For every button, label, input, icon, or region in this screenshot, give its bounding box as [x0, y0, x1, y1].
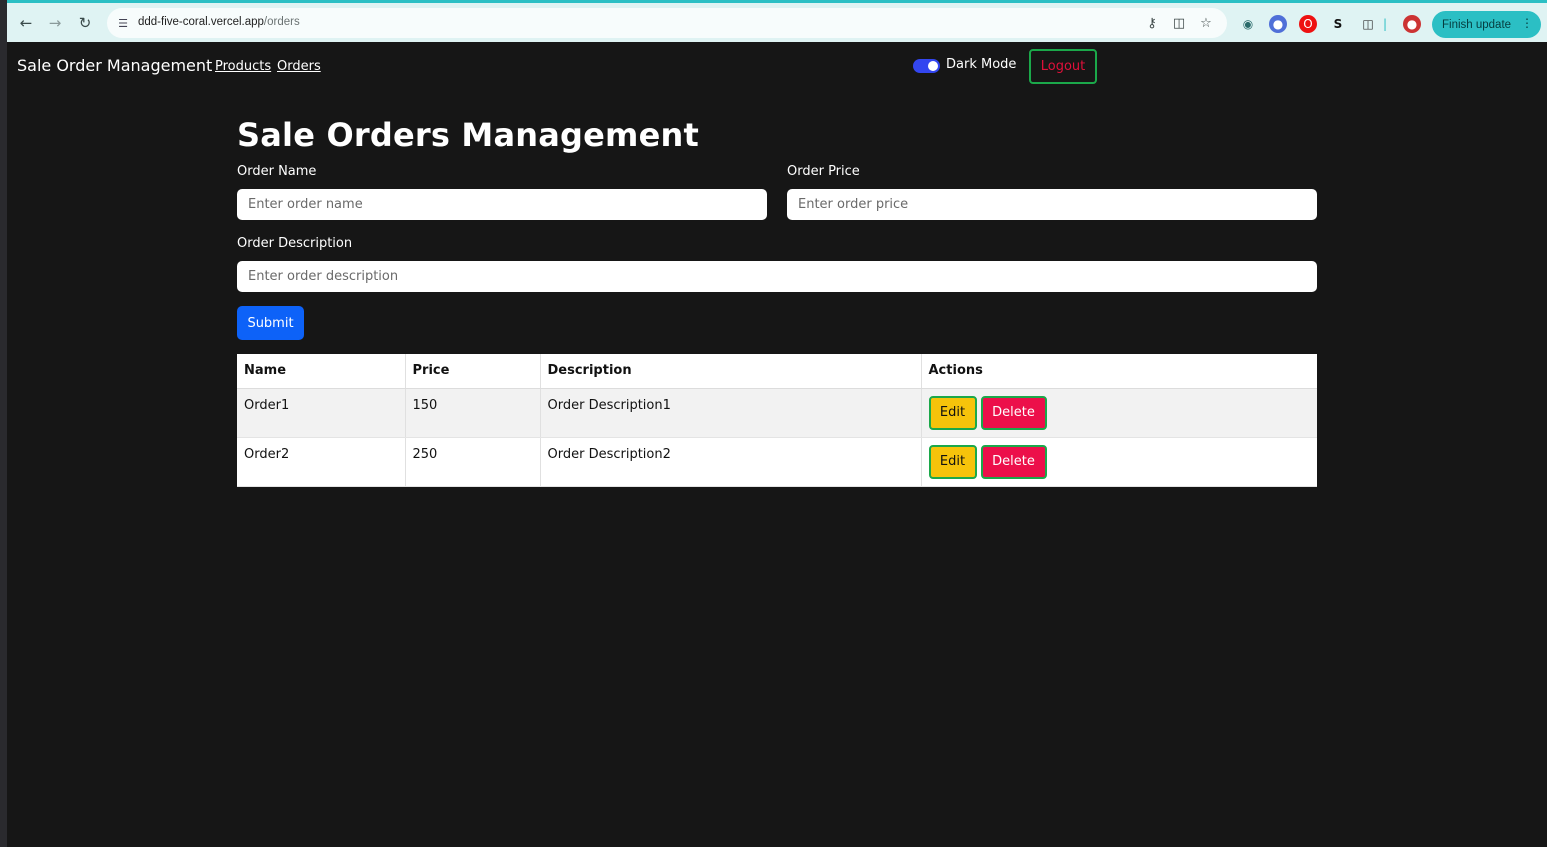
cell-price: 250 [405, 437, 541, 487]
cell-actions: Edit Delete [921, 437, 1317, 487]
address-bar[interactable]: ☰ ddd-five-coral.vercel.app/orders ⚷ ◫ ☆ [107, 8, 1227, 38]
table-header-row: Name Price Description Actions [237, 354, 1317, 389]
main-content: Sale Orders Management Order Name Enter … [237, 110, 1317, 487]
profile-avatar[interactable]: ● [1403, 15, 1421, 33]
url-host: ddd-five-coral.vercel.app [138, 16, 264, 28]
screen: ← → ↻ ☰ ddd-five-coral.vercel.app/orders… [0, 0, 1547, 847]
orders-table: Name Price Description Actions Order1 15… [237, 354, 1317, 487]
cell-price: 150 [405, 388, 541, 438]
cell-actions: Edit Delete [921, 388, 1317, 438]
browser-toolbar: ← → ↻ ☰ ddd-five-coral.vercel.app/orders… [7, 0, 1547, 42]
grammar-extension-icon[interactable]: ◉ [1239, 15, 1257, 33]
edit-button[interactable]: Edit [928, 395, 977, 430]
vpn-extension-icon[interactable]: ● [1269, 15, 1287, 33]
order-price-label: Order Price [787, 164, 860, 179]
table-row: Order2 250 Order Description2 Edit Delete [237, 437, 1317, 487]
forward-arrow-icon[interactable]: → [44, 12, 66, 34]
more-menu-icon[interactable]: ⋮ [1521, 16, 1533, 30]
cell-name: Order1 [237, 388, 406, 438]
install-app-icon[interactable]: ◫ [1170, 15, 1188, 31]
dark-mode-toggle[interactable] [913, 59, 940, 73]
order-name-label: Order Name [237, 164, 317, 179]
toolbar-divider: | [1382, 17, 1388, 31]
reload-icon[interactable]: ↻ [74, 12, 96, 34]
nav-link-products[interactable]: Products [215, 59, 271, 74]
column-header-actions: Actions [921, 354, 1317, 389]
extensions-puzzle-icon[interactable]: ◫ [1359, 15, 1377, 33]
finish-update-label: Finish update [1442, 18, 1512, 31]
app-navbar: Sale Order Management Products Orders Da… [7, 42, 1547, 92]
cell-description: Order Description2 [540, 437, 922, 487]
column-header-price: Price [405, 354, 541, 389]
order-name-input[interactable]: Enter order name [237, 189, 767, 220]
column-header-description: Description [540, 354, 922, 389]
delete-button[interactable]: Delete [980, 444, 1047, 479]
logout-button[interactable]: Logout [1029, 49, 1097, 84]
order-price-input[interactable]: Enter order price [787, 189, 1317, 220]
delete-button[interactable]: Delete [980, 395, 1047, 430]
s-extension-icon[interactable]: S [1329, 15, 1347, 33]
table-row: Order1 150 Order Description1 Edit Delete [237, 388, 1317, 438]
brand-title[interactable]: Sale Order Management [17, 56, 212, 75]
back-arrow-icon[interactable]: ← [15, 12, 37, 34]
site-settings-icon[interactable]: ☰ [115, 15, 131, 31]
order-description-label: Order Description [237, 236, 353, 251]
cell-name: Order2 [237, 437, 406, 487]
toggle-knob [928, 61, 938, 71]
opera-extension-icon[interactable]: O [1299, 15, 1317, 33]
dark-mode-label: Dark Mode [946, 57, 1017, 72]
bookmark-star-icon[interactable]: ☆ [1197, 15, 1215, 31]
window-edge [0, 0, 7, 847]
finish-update-button[interactable]: Finish update ⋮ [1432, 11, 1541, 38]
submit-button[interactable]: Submit [237, 306, 304, 340]
password-key-icon[interactable]: ⚷ [1143, 15, 1161, 31]
url-path: /orders [263, 16, 300, 28]
nav-link-orders[interactable]: Orders [277, 59, 321, 74]
edit-button[interactable]: Edit [928, 444, 977, 479]
order-description-input[interactable]: Enter order description [237, 261, 1317, 292]
column-header-name: Name [237, 354, 406, 389]
cell-description: Order Description1 [540, 388, 922, 438]
url-text[interactable]: ddd-five-coral.vercel.app/orders [138, 16, 300, 28]
page-title: Sale Orders Management [237, 116, 699, 154]
